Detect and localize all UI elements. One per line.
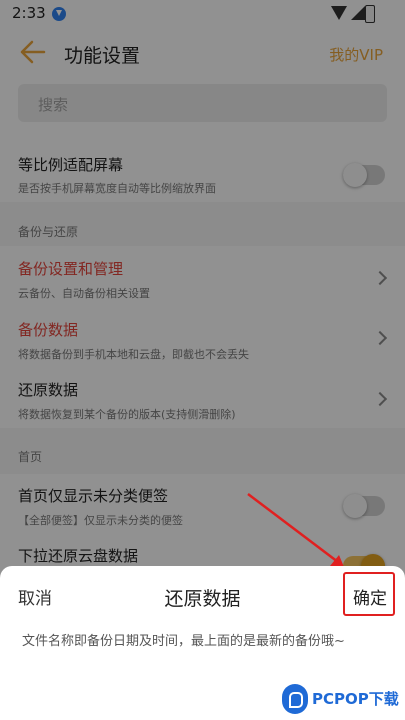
annotation-highlight-box [343,572,395,616]
watermark: PCPOP下载 [282,684,402,716]
sheet-description: 文件名称即备份日期及时间，最上面的是最新的备份哦~ [22,634,345,649]
watermark-text: PCPOP下载 [312,690,399,708]
pcpop-logo-icon [282,684,308,714]
